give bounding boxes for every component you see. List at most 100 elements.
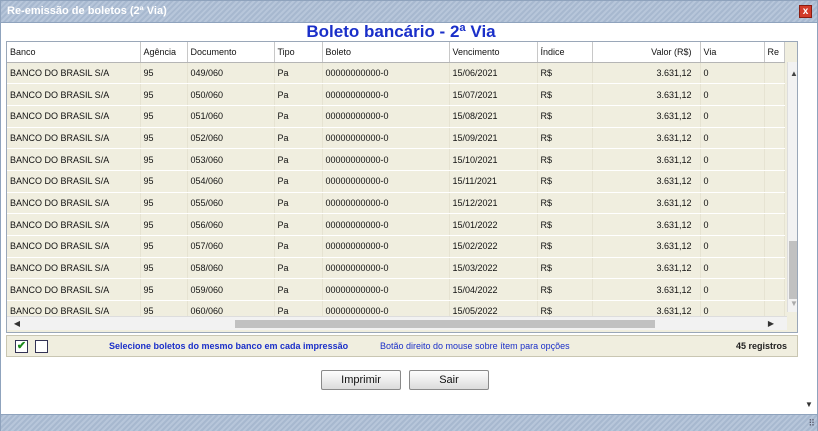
table-row[interactable]: BANCO DO BRASIL S/A 95 051/060 Pa 0000000000…	[7, 105, 785, 128]
column-header[interactable]: Agência	[140, 42, 188, 63]
arrow-down-icon[interactable]: ▼	[788, 298, 797, 310]
table-cell: 00000000000-0	[322, 257, 450, 280]
arrow-up-icon[interactable]: ▲	[788, 68, 797, 80]
table-cell: BANCO DO BRASIL S/A	[7, 148, 141, 171]
dialog-scrollbar[interactable]: ▼	[803, 23, 817, 413]
resize-grip-icon[interactable]: ⠿	[808, 418, 815, 429]
table-cell: 0	[700, 105, 765, 128]
table-cell: R$	[537, 235, 593, 258]
close-icon[interactable]: x	[799, 5, 812, 18]
table-cell: 0	[700, 192, 765, 215]
exit-button[interactable]: Sair	[409, 370, 489, 390]
arrow-left-icon[interactable]: ◀	[11, 317, 23, 331]
table-cell: R$	[537, 213, 593, 236]
table-cell	[764, 83, 785, 106]
table-cell: 15/11/2021	[449, 170, 538, 193]
column-header[interactable]: Boleto	[322, 42, 450, 63]
table-row[interactable]: BANCO DO BRASIL S/A 95 049/060 Pa 0000000000…	[7, 62, 785, 85]
table-cell: 95	[140, 105, 188, 128]
column-header[interactable]: Via	[700, 42, 765, 63]
table-cell	[764, 278, 785, 302]
table-row[interactable]: BANCO DO BRASIL S/A 95 053/060 Pa 0000000000…	[7, 148, 785, 171]
table-cell: BANCO DO BRASIL S/A	[7, 83, 141, 106]
vertical-scrollbar[interactable]: ▲ ▼	[787, 62, 797, 312]
vertical-scroll-thumb[interactable]	[789, 241, 797, 299]
select-none-checkbox[interactable]	[35, 340, 48, 353]
table-cell: 0	[700, 127, 765, 150]
table-cell: 00000000000-0	[322, 235, 450, 258]
table-row[interactable]: BANCO DO BRASIL S/A 95 059/060 Pa 0000000000…	[7, 278, 785, 302]
table-cell: 95	[140, 192, 188, 215]
table-cell: 0	[700, 62, 765, 85]
hint-right-click: Botão direito do mouse sobre ítem para o…	[380, 341, 570, 351]
table-header: Banco Agência Documento Tipo Boleto Venciment…	[7, 42, 785, 63]
column-header[interactable]: Documento	[187, 42, 275, 63]
column-header[interactable]: Banco	[7, 42, 141, 63]
table-cell: 00000000000-0	[322, 62, 450, 85]
table-row[interactable]: BANCO DO BRASIL S/A 95 055/060 Pa 0000000000…	[7, 192, 785, 215]
table-cell: 054/060	[187, 170, 275, 193]
table-cell: 053/060	[187, 148, 275, 171]
grid-footer: ✔ Selecione boletos do mesmo banco em ca…	[6, 335, 798, 357]
table-cell: 95	[140, 83, 188, 106]
table-cell: Pa	[274, 62, 323, 85]
table-cell: 055/060	[187, 192, 275, 215]
table-cell	[764, 213, 785, 236]
table-row[interactable]: BANCO DO BRASIL S/A 95 057/060 Pa 0000000000…	[7, 235, 785, 258]
arrow-down-icon[interactable]: ▼	[805, 400, 813, 409]
table-cell: 15/02/2022	[449, 235, 538, 258]
column-header[interactable]: Re	[764, 42, 785, 63]
table-row[interactable]: BANCO DO BRASIL S/A 95 056/060 Pa 0000000000…	[7, 213, 785, 236]
table-row[interactable]: BANCO DO BRASIL S/A 95 050/060 Pa 0000000000…	[7, 83, 785, 106]
table-cell: BANCO DO BRASIL S/A	[7, 105, 141, 128]
table-cell: 3.631,12	[592, 235, 701, 258]
print-button[interactable]: Imprimir	[321, 370, 401, 390]
title-bar[interactable]: Re-emissão de boletos (2ª Via) x	[1, 1, 817, 23]
table-cell: 0	[700, 148, 765, 171]
table-row[interactable]: BANCO DO BRASIL S/A 95 054/060 Pa 0000000000…	[7, 170, 785, 193]
dialog-window: Re-emissão de boletos (2ª Via) x Boleto …	[0, 0, 818, 431]
column-header[interactable]: Tipo	[274, 42, 323, 63]
window-title: Re-emissão de boletos (2ª Via)	[7, 5, 167, 17]
table-cell: Pa	[274, 170, 323, 193]
table-row[interactable]: BANCO DO BRASIL S/A 95 058/060 Pa 0000000000…	[7, 257, 785, 280]
table-cell	[764, 257, 785, 280]
table-cell: 95	[140, 127, 188, 150]
table-cell: 00000000000-0	[322, 170, 450, 193]
table-cell: 00000000000-0	[322, 127, 450, 150]
table-cell: 15/04/2022	[449, 278, 538, 302]
table-cell: R$	[537, 192, 593, 215]
checkmark-icon: ✔	[16, 340, 27, 352]
arrow-right-icon[interactable]: ▶	[765, 317, 777, 331]
column-header[interactable]: Vencimento	[449, 42, 538, 63]
table-cell: R$	[537, 148, 593, 171]
table-cell: 95	[140, 213, 188, 236]
table-cell: BANCO DO BRASIL S/A	[7, 235, 141, 258]
column-header[interactable]: Valor (R$)	[592, 42, 701, 63]
table-cell: R$	[537, 105, 593, 128]
table-cell: Pa	[274, 213, 323, 236]
table-cell: 3.631,12	[592, 170, 701, 193]
column-header[interactable]: Índice	[537, 42, 593, 63]
table-cell: 3.631,12	[592, 83, 701, 106]
table-cell: 0	[700, 278, 765, 302]
table-cell: 00000000000-0	[322, 148, 450, 171]
table-cell: R$	[537, 170, 593, 193]
horizontal-scroll-thumb[interactable]	[235, 320, 655, 328]
table-cell: R$	[537, 257, 593, 280]
table-cell: 95	[140, 62, 188, 85]
table-cell: 15/07/2021	[449, 83, 538, 106]
table-row[interactable]: BANCO DO BRASIL S/A 95 052/060 Pa 0000000000…	[7, 127, 785, 150]
table-cell: 3.631,12	[592, 192, 701, 215]
table-cell	[764, 235, 785, 258]
horizontal-scrollbar[interactable]: ◀ ▶	[7, 316, 787, 330]
table-cell: BANCO DO BRASIL S/A	[7, 170, 141, 193]
table-cell: 056/060	[187, 213, 275, 236]
table-cell: 3.631,12	[592, 148, 701, 171]
page-title: Boleto bancário - 2ª Via	[306, 22, 496, 41]
table-cell: Pa	[274, 105, 323, 128]
select-all-checkbox[interactable]: ✔	[15, 340, 28, 353]
table-cell: 0	[700, 83, 765, 106]
table-cell: Pa	[274, 83, 323, 106]
table-cell	[764, 105, 785, 128]
